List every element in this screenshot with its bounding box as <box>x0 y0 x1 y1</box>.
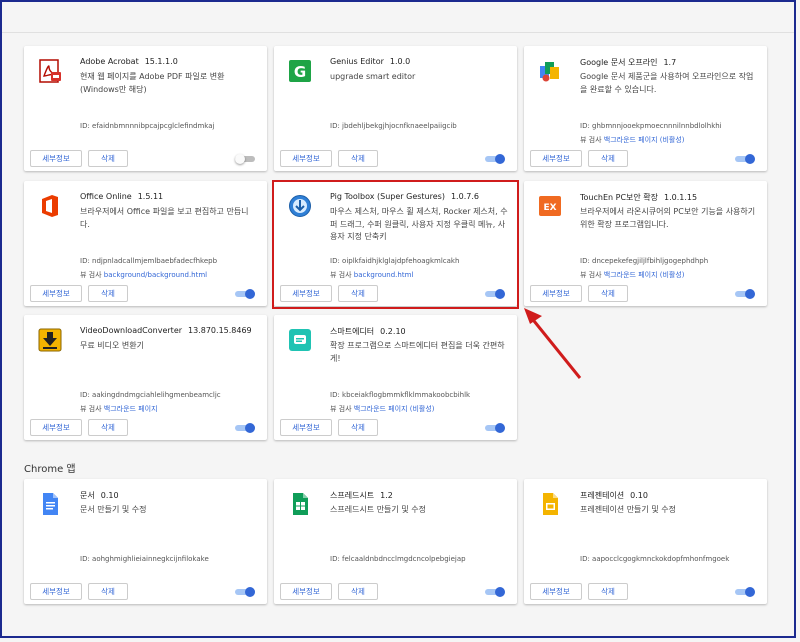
app-name: 스프레드시트 1.2 <box>330 491 393 500</box>
section-title-chrome-apps: Chrome 앱 <box>24 464 76 475</box>
app-id: ID: aapocclcgogkmnckokdopfmhonfmgoek <box>580 555 730 563</box>
app-card-docs: 문서 0.10 문서 만들기 및 수정 ID: aohghmighlieiainn… <box>24 479 267 604</box>
extension-card-google-docs-offline: Google 문서 오프라인 1.7 Google 문서 제품군을 사용하여 오프… <box>524 46 767 171</box>
extension-card-smart-editor: 스마트에디터 0.2.10 확장 프로그램으로 스마트에디터 편집을 더욱 간편하… <box>274 315 517 440</box>
remove-button[interactable]: 삭제 <box>588 285 628 302</box>
enable-toggle[interactable] <box>235 289 255 299</box>
app-name: 문서 0.10 <box>80 491 119 500</box>
details-button[interactable]: 세부정보 <box>30 150 82 167</box>
extension-name: Google 문서 오프라인 1.7 <box>580 58 677 67</box>
extension-card-adobe-acrobat: Adobe Acrobat 15.1.1.0 현재 웹 페이지를 Adobe PD… <box>24 46 267 171</box>
remove-button[interactable]: 삭제 <box>588 150 628 167</box>
extension-description: 무료 비디오 변환기 <box>80 341 144 350</box>
extension-name: Adobe Acrobat 15.1.1.0 <box>80 57 178 66</box>
extension-id: ID: aakingdndmgciahlelihgmenbeamcljc <box>80 391 221 399</box>
background-page-link[interactable]: 백그라운드 페이지 <box>104 405 158 413</box>
toolbar-divider <box>2 32 794 33</box>
enable-toggle[interactable] <box>485 154 505 164</box>
remove-button[interactable]: 삭제 <box>88 419 128 436</box>
remove-button[interactable]: 삭제 <box>338 150 378 167</box>
details-button[interactable]: 세부정보 <box>530 583 582 600</box>
remove-button[interactable]: 삭제 <box>88 150 128 167</box>
extension-description: 브라우저에서 라온시큐어의 PC보안 기능을 사용하기 위한 확장 프로그램입니… <box>580 207 756 229</box>
extension-id: ID: jbdehljbekgjhjocnfknaeelpaiigcib <box>330 122 457 130</box>
remove-button[interactable]: 삭제 <box>88 285 128 302</box>
enable-toggle[interactable] <box>735 587 755 597</box>
inspect-views: 뷰 검사 백그라운드 페이지 (비활성) <box>580 271 685 279</box>
extension-id: ID: efaidnbmnnnibpcajpcglclefindmkaj <box>80 122 215 130</box>
enable-toggle[interactable] <box>735 154 755 164</box>
extension-name: 스마트에디터 0.2.10 <box>330 327 406 336</box>
extension-description: upgrade smart editor <box>330 72 416 81</box>
enable-toggle[interactable] <box>235 423 255 433</box>
extension-description: Google 문서 제품군을 사용하여 오프라인으로 작업을 완료할 수 있습니… <box>580 72 754 94</box>
window-frame: Adobe Acrobat 15.1.1.0 현재 웹 페이지를 Adobe PD… <box>0 0 796 638</box>
enable-toggle[interactable] <box>485 423 505 433</box>
extension-name: VideoDownloadConverter 13.870.15.8469 <box>80 326 252 335</box>
extension-id: ID: ndjpnladcallmjemlbaebfadecfhkepb <box>80 257 218 265</box>
extension-id: ID: kbceiakflogbmmkflklmmakoobcbihlk <box>330 391 471 399</box>
extension-name: Office Online 1.5.11 <box>80 192 164 201</box>
enable-toggle[interactable] <box>735 289 755 299</box>
enable-toggle[interactable] <box>485 587 505 597</box>
sheets-icon <box>288 491 312 517</box>
svg-text:G: G <box>294 63 306 81</box>
google-docs-offline-icon <box>538 58 562 84</box>
docs-icon <box>38 491 62 517</box>
app-id: ID: aohghmighlieiainnegkcijnfilokake <box>80 555 209 563</box>
extension-name: Genius Editor 1.0.0 <box>330 57 411 66</box>
details-button[interactable]: 세부정보 <box>30 285 82 302</box>
office-icon <box>38 193 62 219</box>
details-button[interactable]: 세부정보 <box>280 419 332 436</box>
app-card-sheets: 스프레드시트 1.2 스프레드시트 만들기 및 수정 ID: felcaaldnb… <box>274 479 517 604</box>
app-description: 스프레드시트 만들기 및 수정 <box>330 505 426 514</box>
details-button[interactable]: 세부정보 <box>530 150 582 167</box>
extension-id: ID: ghbmnnjooekpmoecnnnilnnbdlolhkhi <box>580 122 722 130</box>
inspect-views: 뷰 검사 백그라운드 페이지 (비활성) <box>330 405 435 413</box>
app-description: 문서 만들기 및 수정 <box>80 505 147 514</box>
highlight-box-annotation <box>272 180 519 309</box>
touchen-icon: EX <box>538 193 562 219</box>
enable-toggle[interactable] <box>235 587 255 597</box>
slides-icon <box>538 491 562 517</box>
background-page-link[interactable]: 백그라운드 페이지 (비활성) <box>604 271 685 279</box>
remove-button[interactable]: 삭제 <box>338 419 378 436</box>
details-button[interactable]: 세부정보 <box>280 150 332 167</box>
details-button[interactable]: 세부정보 <box>30 583 82 600</box>
genius-editor-icon: G <box>288 58 312 84</box>
app-card-slides: 프레젠테이션 0.10 프레젠테이션 만들기 및 수정 ID: aapocclcg… <box>524 479 767 604</box>
acrobat-icon <box>38 58 62 84</box>
app-description: 프레젠테이션 만들기 및 수정 <box>580 505 676 514</box>
inspect-views: 뷰 검사 백그라운드 페이지 <box>80 405 158 413</box>
remove-button[interactable]: 삭제 <box>88 583 128 600</box>
inspect-views: 뷰 검사 background/background.html <box>80 271 208 279</box>
enable-toggle[interactable] <box>235 154 255 164</box>
smart-editor-icon <box>288 327 312 353</box>
background-page-link[interactable]: 백그라운드 페이지 (비활성) <box>354 405 435 413</box>
details-button[interactable]: 세부정보 <box>30 419 82 436</box>
remove-button[interactable]: 삭제 <box>338 583 378 600</box>
app-name: 프레젠테이션 0.10 <box>580 491 648 500</box>
extension-description: 브라우저에서 Office 파일을 보고 편집하고 만듭니다. <box>80 207 249 229</box>
extension-description: 확장 프로그램으로 스마트에디터 편집을 더욱 간편하게! <box>330 341 505 363</box>
svg-text:EX: EX <box>543 203 556 213</box>
inspect-views: 뷰 검사 백그라운드 페이지 (비활성) <box>580 136 685 144</box>
video-download-icon <box>38 327 62 353</box>
extension-card-genius-editor: G Genius Editor 1.0.0 upgrade smart edito… <box>274 46 517 171</box>
background-page-link[interactable]: 백그라운드 페이지 (비활성) <box>604 136 685 144</box>
extension-card-video-download-converter: VideoDownloadConverter 13.870.15.8469 무료 … <box>24 315 267 440</box>
app-id: ID: felcaaldnbdncclmgdcncolpebgiejap <box>330 555 466 563</box>
extension-name: TouchEn PC보안 확장 1.0.1.15 <box>580 193 698 202</box>
background-page-link[interactable]: background/background.html <box>104 271 207 279</box>
extension-id: ID: dncepekefegjiljlfbihljgogephdhph <box>580 257 709 265</box>
details-button[interactable]: 세부정보 <box>280 583 332 600</box>
remove-button[interactable]: 삭제 <box>588 583 628 600</box>
details-button[interactable]: 세부정보 <box>530 285 582 302</box>
extensions-page: Adobe Acrobat 15.1.1.0 현재 웹 페이지를 Adobe PD… <box>2 2 794 636</box>
extension-description: 현재 웹 페이지를 Adobe PDF 파일로 변환(Windows만 해당) <box>80 72 225 94</box>
extension-card-touchen: EX TouchEn PC보안 확장 1.0.1.15 브라우저에서 라온시큐어의… <box>524 181 767 306</box>
extension-card-office-online: Office Online 1.5.11 브라우저에서 Office 파일을 보고… <box>24 181 267 306</box>
